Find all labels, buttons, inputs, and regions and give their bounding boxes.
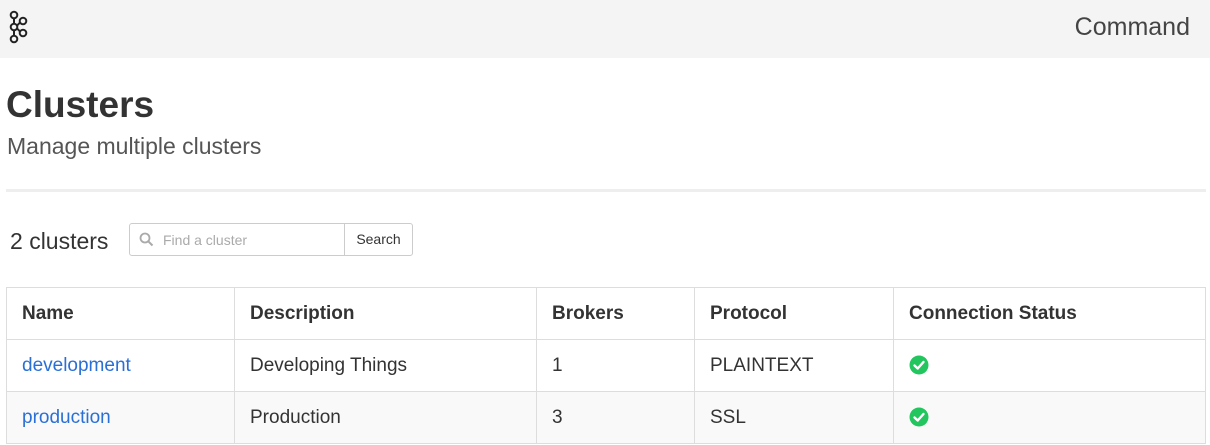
column-header-brokers[interactable]: Brokers xyxy=(536,287,695,340)
search-input[interactable] xyxy=(163,225,341,254)
cluster-count-number: 2 xyxy=(10,228,23,254)
cell-name: development xyxy=(6,339,235,392)
cluster-count-label: clusters xyxy=(29,228,109,254)
cell-connection-status xyxy=(893,339,1206,392)
kafka-logo-icon[interactable] xyxy=(6,10,28,44)
clusters-table: Name Description Brokers Protocol Connec… xyxy=(6,287,1206,444)
check-circle-icon xyxy=(909,355,929,375)
page-title: Clusters xyxy=(6,84,155,125)
cell-brokers: 1 xyxy=(536,339,695,392)
column-header-connection-status[interactable]: Connection Status xyxy=(893,287,1206,340)
check-circle-icon xyxy=(909,407,929,427)
cluster-count: 2 clusters xyxy=(10,226,108,256)
cell-brokers: 3 xyxy=(536,391,695,444)
header-divider xyxy=(6,189,1206,192)
cell-description: Production xyxy=(234,391,537,444)
cell-name: production xyxy=(6,391,235,444)
app-name-link[interactable]: Command xyxy=(1075,13,1190,42)
cluster-link[interactable]: development xyxy=(22,355,131,376)
cluster-link[interactable]: production xyxy=(22,407,111,428)
column-header-protocol[interactable]: Protocol xyxy=(694,287,894,340)
cell-protocol: PLAINTEXT xyxy=(694,339,894,392)
cell-protocol: SSL xyxy=(694,391,894,444)
table-header-row: Name Description Brokers Protocol Connec… xyxy=(6,287,1206,340)
cell-description: Developing Things xyxy=(234,339,537,392)
page-subtitle: Manage multiple clusters xyxy=(7,133,262,159)
table-row: production Production 3 SSL xyxy=(6,391,1206,444)
search-field[interactable] xyxy=(129,223,345,256)
column-header-description[interactable]: Description xyxy=(234,287,537,340)
table-row: development Developing Things 1 PLAINTEX… xyxy=(6,339,1206,392)
search-button[interactable]: Search xyxy=(344,223,413,256)
search-icon xyxy=(139,232,154,247)
cell-connection-status xyxy=(893,391,1206,444)
top-navbar: Command xyxy=(0,0,1210,58)
column-header-name[interactable]: Name xyxy=(6,287,235,340)
